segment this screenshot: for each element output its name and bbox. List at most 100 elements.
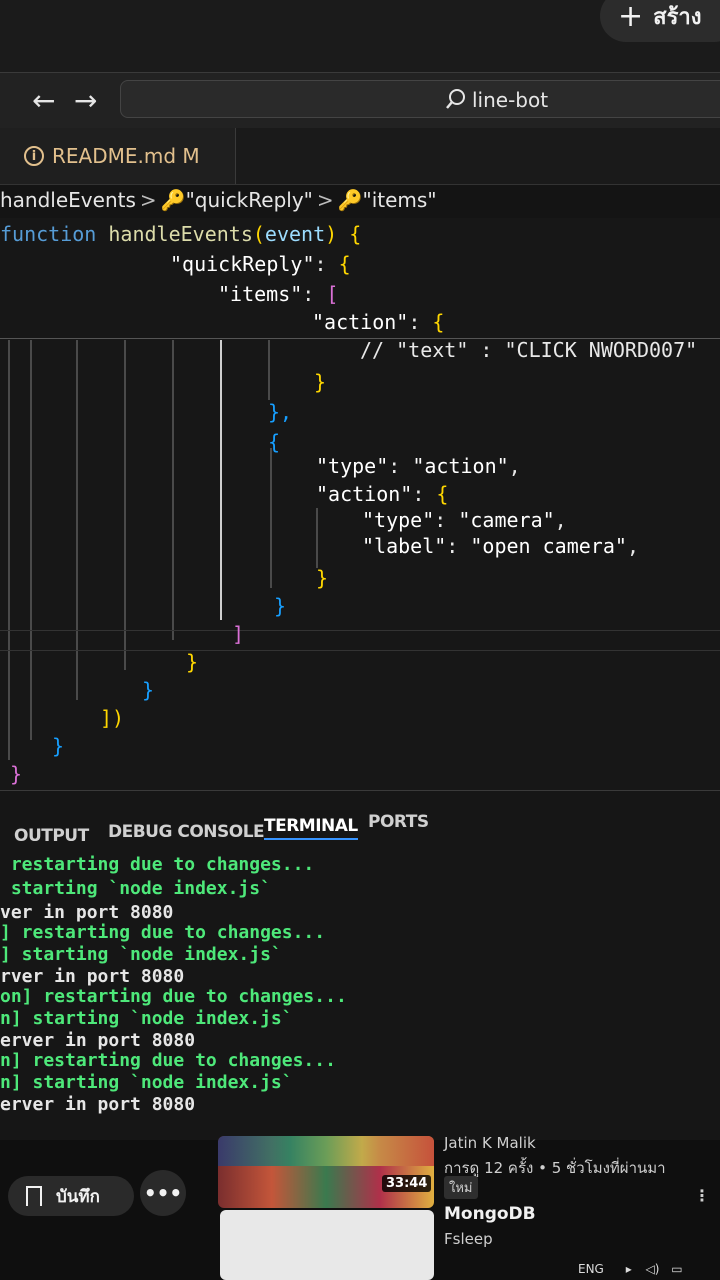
thumbnail-art — [218, 1136, 434, 1166]
colon: : — [302, 282, 315, 306]
json-key: "type" — [362, 508, 435, 532]
indent-guide — [76, 340, 78, 700]
code-line: function handleEvents(event) { — [0, 222, 361, 246]
json-key: "items" — [218, 282, 303, 306]
colon: : — [412, 482, 425, 506]
terminal-line: erver in port 8080 — [0, 1030, 196, 1051]
indent-guide — [30, 340, 32, 740]
brace: } — [186, 650, 199, 674]
code-line: "type": "camera", — [362, 508, 567, 532]
language-indicator[interactable]: ENG — [578, 1262, 604, 1276]
terminal-line: ] restarting due to changes... — [0, 922, 326, 943]
terminal-line: ver in port 8080 — [0, 902, 174, 923]
volume-icon[interactable]: ◁) — [646, 1262, 660, 1276]
info-icon: i — [24, 146, 44, 166]
brace: { — [436, 482, 449, 506]
breadcrumb: handleEvents > 🔑"quickReply" > 🔑"items" — [0, 188, 437, 212]
tab-ports[interactable]: PORTS — [368, 812, 429, 832]
tab-readme[interactable]: i README.md M — [0, 128, 236, 184]
search-text: line-bot — [472, 88, 549, 112]
brace: } — [316, 566, 329, 590]
terminal-line: on] restarting due to changes... — [0, 986, 347, 1007]
network-icon[interactable]: ▸ — [626, 1262, 632, 1276]
terminal-line: starting `node index.js` — [0, 878, 271, 899]
new-badge: ใหม่ — [444, 1176, 478, 1199]
json-key: "quickReply" — [170, 252, 315, 276]
brace: { — [349, 222, 362, 246]
bracket-paren: ]) — [100, 706, 125, 730]
breadcrumb-separator: > — [139, 188, 157, 212]
terminal-line: rver in port 8080 — [0, 966, 185, 987]
back-arrow-icon[interactable]: ← — [32, 84, 55, 117]
colon: : — [408, 310, 421, 334]
tab-debug-console[interactable]: DEBUG CONSOLE — [108, 822, 265, 842]
terminal-line: erver in port 8080 — [0, 1094, 196, 1115]
key-icon: 🔑 — [337, 188, 363, 212]
comma: , — [554, 508, 567, 532]
comma: , — [626, 534, 639, 558]
keyword: function — [0, 222, 97, 246]
terminal-line: ] starting `node index.js` — [0, 944, 282, 965]
indent-guide — [8, 340, 10, 760]
terminal-line: n] restarting due to changes... — [0, 1050, 336, 1071]
bracket: ] — [232, 622, 245, 646]
code-line: "type": "action", — [316, 454, 521, 478]
video-duration: 33:44 — [382, 1175, 432, 1192]
paren: ( — [252, 222, 265, 246]
tab-terminal[interactable]: TERMINAL — [264, 816, 358, 840]
plus-icon: + — [618, 0, 644, 34]
breadcrumb-separator: > — [316, 188, 334, 212]
json-value: "open camera" — [470, 534, 627, 558]
tab-output[interactable]: OUTPUT — [14, 826, 89, 846]
json-key: "action" — [312, 310, 409, 334]
video-channel[interactable]: Fsleep — [444, 1230, 493, 1248]
tab-label: README.md M — [52, 144, 200, 168]
video-menu-icon[interactable]: ⋮ — [694, 1186, 710, 1205]
bookmark-icon — [26, 1186, 42, 1206]
brace: } — [142, 678, 155, 702]
code-line: "action": { — [316, 482, 448, 506]
brace: } — [52, 734, 65, 758]
brace: } — [10, 762, 23, 786]
code-line: "quickReply": { — [170, 252, 351, 276]
indent-guide — [270, 448, 272, 588]
video-title[interactable]: MongoDB — [444, 1204, 536, 1224]
save-button[interactable]: บันทึก — [8, 1176, 134, 1216]
terminal-line: restarting due to changes... — [0, 854, 315, 875]
video-thumbnail[interactable] — [218, 1136, 434, 1208]
code-editor[interactable]: function handleEvents(event) { "quickRep… — [0, 218, 720, 790]
indent-guide — [316, 508, 318, 568]
indent-guide — [124, 340, 126, 670]
code-line: "action": { — [312, 310, 444, 334]
colon: : — [388, 454, 401, 478]
divider — [0, 630, 720, 631]
more-options-button[interactable]: ••• — [140, 1170, 186, 1216]
brace: { — [268, 430, 281, 454]
search-icon — [445, 88, 467, 114]
key-icon: 🔑 — [160, 188, 186, 212]
create-button[interactable]: + สร้าง — [600, 0, 720, 42]
video-channel[interactable]: Jatin K Malik — [444, 1134, 536, 1152]
create-button-label: สร้าง — [653, 4, 702, 30]
brace: } — [274, 594, 287, 618]
video-thumbnail[interactable] — [220, 1210, 434, 1280]
comma: , — [508, 454, 521, 478]
battery-icon[interactable]: ▭ — [671, 1262, 682, 1276]
json-key: "label" — [362, 534, 447, 558]
command-center-search[interactable] — [120, 80, 720, 118]
divider — [0, 650, 720, 651]
brace: { — [432, 310, 445, 334]
system-tray: ENG ▸ ◁) ▭ — [540, 1262, 683, 1276]
code-line: "items": [ — [218, 282, 338, 306]
save-button-label: บันทึก — [56, 1186, 100, 1207]
brace: }, — [268, 400, 293, 424]
breadcrumb-item-quickreply[interactable]: "quickReply" — [186, 188, 313, 212]
colon: : — [314, 252, 327, 276]
forward-arrow-icon[interactable]: → — [74, 84, 97, 117]
active-indent-guide — [220, 340, 222, 620]
paren: ) — [325, 222, 338, 246]
breadcrumb-item-function[interactable]: handleEvents — [0, 188, 136, 212]
comment: // "text" : "CLICK NWORD007" — [360, 338, 698, 362]
breadcrumb-item-items[interactable]: "items" — [363, 188, 437, 212]
colon: : — [434, 508, 447, 532]
